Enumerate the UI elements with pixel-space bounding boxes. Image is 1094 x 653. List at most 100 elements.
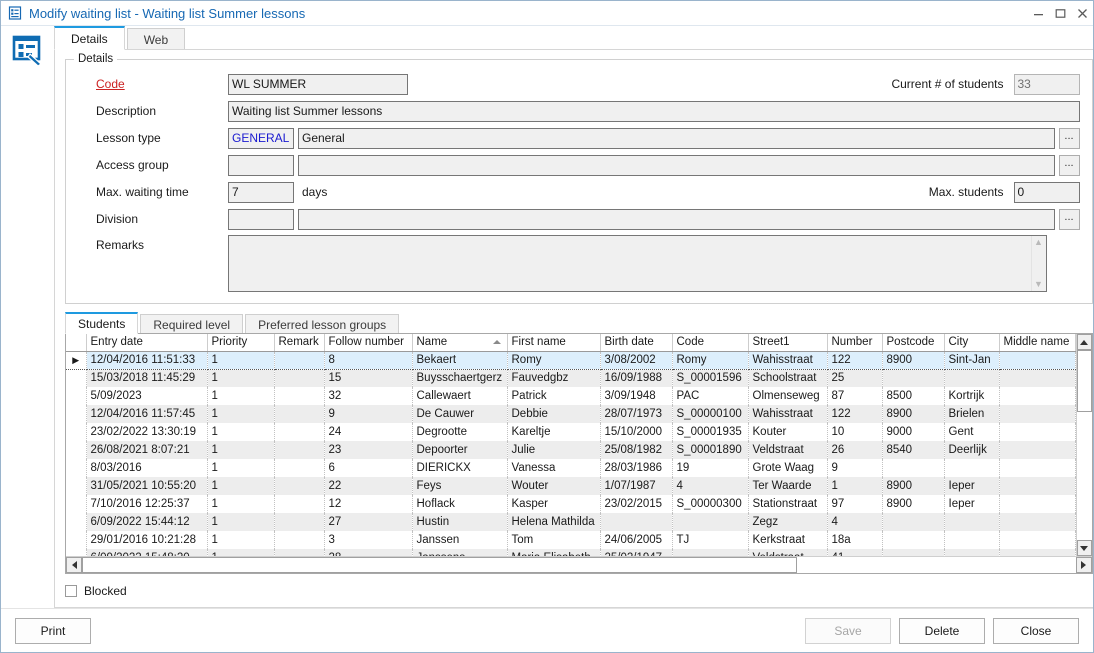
row-selector-cell[interactable]	[66, 477, 86, 495]
column-header-entry-date[interactable]: Entry date	[86, 334, 207, 351]
table-cell[interactable]	[274, 531, 324, 549]
table-cell[interactable]	[882, 369, 944, 387]
table-cell[interactable]: Hustin	[412, 513, 507, 531]
table-cell[interactable]: 23/02/2022 13:30:19	[86, 423, 207, 441]
column-header-code[interactable]: Code	[672, 334, 748, 351]
table-cell[interactable]: DIERICKX	[412, 459, 507, 477]
row-selector-cell[interactable]	[66, 531, 86, 549]
max-waiting-time-input[interactable]: 7	[228, 182, 294, 203]
table-cell[interactable]: S_00001935	[672, 423, 748, 441]
table-cell[interactable]: Veldstraat	[748, 441, 827, 459]
table-cell[interactable]: 28/07/1973	[600, 405, 672, 423]
row-selector-cell[interactable]	[66, 459, 86, 477]
table-cell[interactable]	[274, 387, 324, 405]
scroll-up-icon[interactable]: ▲	[1034, 238, 1043, 247]
division-code-input[interactable]	[228, 209, 294, 230]
table-cell[interactable]: 12/04/2016 11:51:33	[86, 351, 207, 369]
scroll-down-icon[interactable]: ▼	[1034, 280, 1043, 289]
table-cell[interactable]: Tom	[507, 531, 600, 549]
description-input[interactable]: Waiting list Summer lessons	[228, 101, 1080, 122]
column-header-city[interactable]: City	[944, 334, 999, 351]
scroll-right-button[interactable]	[1076, 557, 1092, 573]
grid-vertical-scrollbar[interactable]	[1076, 334, 1092, 556]
table-cell[interactable]: 10	[827, 423, 882, 441]
table-cell[interactable]: 1/07/1987	[600, 477, 672, 495]
access-group-code-input[interactable]	[228, 155, 294, 176]
grid-horizontal-scrollbar[interactable]	[66, 556, 1092, 573]
table-cell[interactable]: 23	[324, 441, 412, 459]
table-cell[interactable]: Kasper	[507, 495, 600, 513]
table-cell[interactable]: S_00000100	[672, 405, 748, 423]
table-cell[interactable]: 28	[324, 549, 412, 556]
table-cell[interactable]: 8900	[882, 495, 944, 513]
table-row[interactable]: 8/03/201616DIERICKXVanessa28/03/198619Gr…	[66, 459, 1075, 477]
table-cell[interactable]: 1	[207, 405, 274, 423]
table-cell[interactable]: 23/02/2015	[600, 495, 672, 513]
row-selector-cell-current[interactable]: ▶	[66, 351, 86, 369]
row-selector-cell[interactable]	[66, 369, 86, 387]
table-cell[interactable]: 3/08/2002	[600, 351, 672, 369]
table-cell[interactable]: 18a	[827, 531, 882, 549]
column-header-number[interactable]: Number	[827, 334, 882, 351]
table-cell[interactable]: Grote Waag	[748, 459, 827, 477]
table-cell[interactable]: Kortrijk	[944, 387, 999, 405]
table-cell[interactable]	[274, 441, 324, 459]
table-cell[interactable]: 9	[324, 405, 412, 423]
table-cell[interactable]	[944, 513, 999, 531]
table-cell[interactable]: S_00001890	[672, 441, 748, 459]
row-selector-cell[interactable]	[66, 441, 86, 459]
table-cell[interactable]: 122	[827, 405, 882, 423]
table-cell[interactable]: Wouter	[507, 477, 600, 495]
table-cell[interactable]: 4	[827, 513, 882, 531]
table-cell[interactable]: 4	[672, 477, 748, 495]
column-header-priority[interactable]: Priority	[207, 334, 274, 351]
table-row[interactable]: 15/03/2018 11:45:29115BuysschaertgerzFau…	[66, 369, 1075, 387]
lesson-type-name-input[interactable]: General	[298, 128, 1055, 149]
table-cell[interactable]	[274, 495, 324, 513]
table-cell[interactable]	[882, 549, 944, 556]
table-cell[interactable]: De Cauwer	[412, 405, 507, 423]
column-header-birth-date[interactable]: Birth date	[600, 334, 672, 351]
close-button[interactable]: Close	[993, 618, 1079, 644]
table-cell[interactable]	[999, 459, 1075, 477]
table-cell[interactable]	[274, 477, 324, 495]
row-selector-cell[interactable]	[66, 495, 86, 513]
table-cell[interactable]	[999, 387, 1075, 405]
table-cell[interactable]: 9	[827, 459, 882, 477]
table-cell[interactable]: 41	[827, 549, 882, 556]
code-input[interactable]: WL SUMMER	[228, 74, 408, 95]
scroll-up-button[interactable]	[1077, 334, 1092, 350]
table-cell[interactable]	[274, 549, 324, 556]
table-cell[interactable]: 9000	[882, 423, 944, 441]
table-cell[interactable]: 97	[827, 495, 882, 513]
blocked-checkbox[interactable]	[65, 585, 77, 597]
table-cell[interactable]: Brielen	[944, 405, 999, 423]
table-cell[interactable]	[600, 513, 672, 531]
table-cell[interactable]: S_00000300	[672, 495, 748, 513]
close-icon[interactable]	[1071, 1, 1093, 26]
row-selector-cell[interactable]	[66, 549, 86, 556]
table-cell[interactable]: Sint-Jan	[944, 351, 999, 369]
table-cell[interactable]: 29/01/2016 10:21:28	[86, 531, 207, 549]
hscroll-thumb[interactable]	[82, 557, 797, 573]
table-cell[interactable]: Buysschaertgerz	[412, 369, 507, 387]
table-cell[interactable]	[274, 513, 324, 531]
access-group-browse-button[interactable]: ...	[1059, 155, 1080, 176]
table-cell[interactable]: 28/03/1986	[600, 459, 672, 477]
table-cell[interactable]	[274, 369, 324, 387]
row-selector-cell[interactable]	[66, 513, 86, 531]
table-cell[interactable]: Ieper	[944, 477, 999, 495]
table-cell[interactable]	[672, 549, 748, 556]
table-cell[interactable]: Ter Waarde	[748, 477, 827, 495]
table-cell[interactable]: Veldstraat	[748, 549, 827, 556]
table-cell[interactable]: 32	[324, 387, 412, 405]
table-cell[interactable]: Maria Elisabeth	[507, 549, 600, 556]
table-cell[interactable]	[274, 351, 324, 369]
table-cell[interactable]	[274, 405, 324, 423]
table-cell[interactable]: 1	[207, 459, 274, 477]
column-header-middle-name[interactable]: Middle name	[999, 334, 1075, 351]
table-cell[interactable]: 16/09/1988	[600, 369, 672, 387]
table-cell[interactable]: S_00001596	[672, 369, 748, 387]
table-cell[interactable]: 8900	[882, 477, 944, 495]
access-group-name-input[interactable]	[298, 155, 1055, 176]
